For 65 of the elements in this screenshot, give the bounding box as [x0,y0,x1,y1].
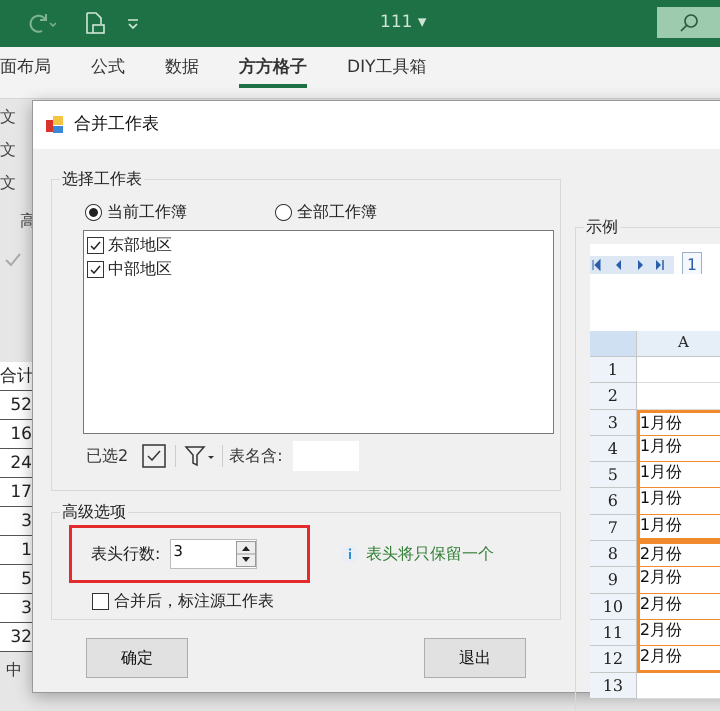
column-header: A [636,331,720,357]
ribbon-label: 文 [0,139,17,161]
select-all-icon[interactable] [142,444,166,468]
check-icon [4,251,22,269]
example-cell: 2月份 [636,541,720,568]
ribbon-tab[interactable]: 面布局 [0,55,51,88]
scope-radio[interactable]: 当前工作簿 [85,200,187,224]
sheet-tab[interactable]: 中 [0,658,32,682]
corner-cell [590,331,637,357]
example-cell: 1月份 [636,410,720,436]
row-header: 7 [590,514,637,542]
info-icon [340,544,360,564]
ribbon-tab[interactable]: DIY工具箱 [347,55,426,88]
checkbox[interactable] [87,236,104,254]
header-rows-spinner[interactable]: 3 [170,539,258,569]
ok-button[interactable]: 确定 [86,638,188,678]
example-cell: 1月份 [636,488,720,515]
ribbon-tab[interactable]: 方方格子 [239,55,307,88]
row-header: 8 [590,541,637,568]
example-cell: 1月份 [636,436,720,462]
sheet-navigation-icon[interactable] [590,254,674,274]
row-header: 13 [590,672,637,699]
row-header: 10 [590,594,637,620]
example-cell: 1月份 [636,462,720,488]
row-header: 11 [590,620,637,646]
search-button[interactable] [657,7,720,38]
example-cell: 2月份 [636,567,720,594]
sheet-name[interactable]: 东部地区 [108,233,172,257]
ribbon-tab[interactable]: 数据 [165,55,199,88]
row-header: 9 [590,567,637,594]
dialog-title: 合并工作表 [74,113,159,136]
sheet-tab[interactable]: 1 [682,252,702,274]
scope-radio[interactable]: 全部工作簿 [275,200,377,224]
row-header: 6 [590,488,637,515]
customize-icon[interactable] [126,16,140,30]
row-header: 1 [590,357,637,384]
row-header: 12 [590,646,637,673]
example-cell: 2月份 [636,594,720,620]
row-header: 2 [590,383,637,410]
example-cell: 2月份 [636,646,720,673]
row-header: 3 [590,410,637,436]
example-cell: 1月份 [636,514,720,542]
selected-count: 已选2 [86,445,128,467]
header-rows-label: 表头行数: [91,543,160,565]
example-cell: 2月份 [636,620,720,646]
exit-button[interactable]: 退出 [424,638,526,678]
row-header: 4 [590,436,637,462]
sheet-name[interactable]: 中部地区 [108,257,172,281]
hint-text: 表头将只保留一个 [366,543,494,565]
checkbox[interactable] [87,260,104,278]
check-icon [89,238,102,252]
print-preview-icon[interactable] [84,10,106,36]
spin-arrows-icon[interactable] [236,541,256,567]
search-icon [678,12,700,34]
app-icon [46,116,64,134]
ribbon-label: 文 [0,172,17,194]
ribbon-tab[interactable]: 公式 [91,55,125,88]
check-icon [89,262,102,276]
checkbox[interactable] [92,592,109,610]
checkbox-label[interactable]: 合并后，标注源工作表 [114,589,274,613]
workbook-title: 111 ▾ [380,11,426,34]
filter-icon[interactable] [184,444,216,468]
ribbon-label: 文 [0,106,17,128]
row-header: 5 [590,462,637,488]
name-filter-label: 表名含: [229,445,283,467]
